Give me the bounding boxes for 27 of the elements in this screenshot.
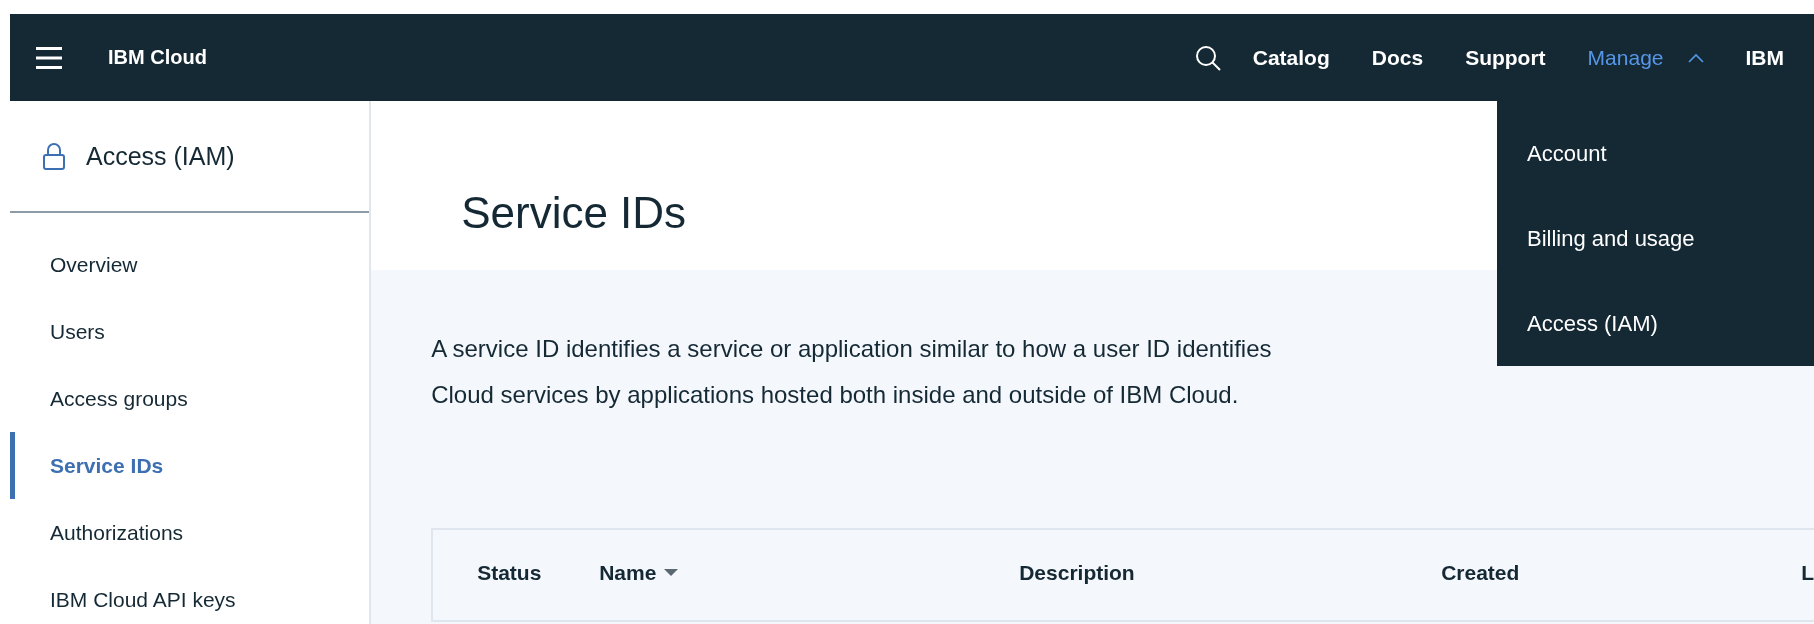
column-header[interactable]: Created [1441, 561, 1802, 585]
lock-icon [42, 142, 66, 170]
column-header[interactable]: Status [477, 561, 600, 585]
brand-name[interactable]: IBM Cloud [108, 46, 207, 69]
menu-icon[interactable] [36, 46, 62, 69]
column-header[interactable]: Name [599, 561, 1020, 585]
sidebar-item[interactable]: Access groups [10, 365, 370, 432]
nav-link[interactable]: Support [1465, 45, 1546, 70]
sidebar-item[interactable]: Users [10, 298, 370, 365]
description-text: A service ID identifies a service or application similar to how a user ID identifies Cloud services by applications hosted both inside and outside of IBM Cloud. [431, 334, 1272, 410]
menu-item[interactable]: Billing and usage [1497, 196, 1814, 281]
sidebar-item[interactable]: Overview [10, 231, 370, 298]
sort-caret-icon [664, 569, 679, 577]
column-header[interactable]: Description [1019, 561, 1442, 585]
sidebar-item[interactable]: Authorizations [10, 499, 370, 566]
column-header[interactable]: L [1801, 561, 1814, 585]
chevron-up-icon [1687, 52, 1704, 63]
menu-item[interactable]: Access (IAM) [1497, 281, 1814, 366]
nav-link[interactable]: Catalog [1252, 45, 1330, 70]
nav-link[interactable]: Docs [1371, 45, 1424, 70]
menu-item[interactable]: Account [1497, 111, 1814, 196]
nav-link[interactable]: Manage [1587, 45, 1704, 70]
nav-link[interactable]: IBM [1745, 45, 1784, 70]
page-title: Service IDs [461, 188, 687, 238]
sidebar-item[interactable]: IBM Cloud API keys [10, 566, 370, 624]
search-icon[interactable] [1194, 44, 1221, 71]
sidebar-title: Access (IAM) [86, 141, 235, 171]
